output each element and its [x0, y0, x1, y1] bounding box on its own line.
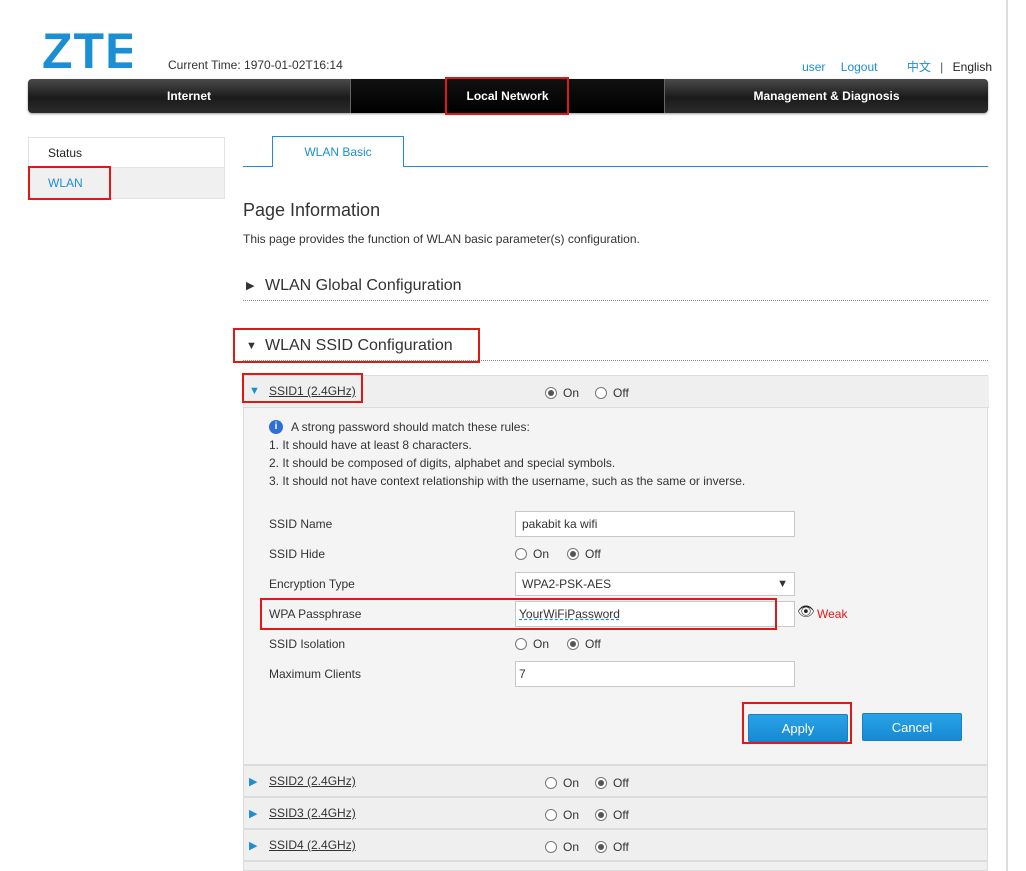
ssid2-header[interactable]: ▶ SSID2 (2.4GHz) On Off [243, 765, 988, 797]
radio-off[interactable] [595, 841, 608, 853]
radio-on[interactable] [515, 638, 527, 650]
nav-local-network[interactable]: Local Network [351, 79, 664, 113]
row-ssid-hide: SSID Hide On Off [269, 541, 969, 567]
nav-management-diagnosis[interactable]: Management & Diagnosis [665, 79, 988, 113]
radio-off[interactable] [595, 387, 608, 399]
ssid-panel: ▼ SSID1 (2.4GHz) On Off iA strong passwo… [243, 375, 989, 765]
expand-triangle-icon: ▶ [249, 776, 258, 788]
radio-off[interactable] [595, 809, 608, 821]
ssid3-header[interactable]: ▶ SSID3 (2.4GHz) On Off [243, 797, 988, 829]
ssid-next-header-partial[interactable] [243, 861, 988, 871]
radio-off[interactable] [567, 638, 580, 650]
ssid-hide-radios: On Off [515, 547, 619, 561]
nav-internet[interactable]: Internet [28, 79, 350, 113]
section-wlan-global[interactable]: ▶ WLAN Global Configuration [243, 271, 988, 301]
password-rules: iA strong password should match these ru… [269, 420, 746, 488]
section-title: WLAN Global Configuration [265, 276, 462, 294]
svg-text:ZTE: ZTE [42, 28, 132, 74]
apply-button[interactable]: Apply [748, 714, 848, 742]
ssid2-name[interactable]: SSID2 (2.4GHz) [269, 774, 356, 788]
radio-on[interactable] [545, 809, 557, 821]
ssid1-header[interactable]: ▼ SSID1 (2.4GHz) On Off [244, 376, 989, 408]
current-time: Current Time: 1970-01-02T16:14 [168, 58, 343, 72]
ssid4-name[interactable]: SSID4 (2.4GHz) [269, 838, 356, 852]
lang-english-link[interactable]: English [953, 60, 992, 74]
main-nav: Internet Local Network Management & Diag… [28, 79, 988, 113]
row-ssid-isolation: SSID Isolation On Off [269, 631, 969, 657]
ssid-name-input[interactable]: pakabit ka wifi [515, 511, 795, 537]
ssid1-name[interactable]: SSID1 (2.4GHz) [269, 384, 356, 398]
page-gutter [1008, 0, 1026, 871]
eye-icon[interactable]: 👁 [797, 603, 815, 620]
top-links: user Logout 中文 | English [790, 58, 992, 75]
row-wpa-passphrase: WPA Passphrase YourWiFiPassword 👁 Weak [269, 601, 969, 627]
page-title: Page Information [243, 200, 381, 220]
ssid3-enable-radios: On Off [545, 808, 645, 822]
row-ssid-name: SSID Name pakabit ka wifi [269, 511, 969, 537]
ssid2-enable-radios: On Off [545, 776, 645, 790]
sidebar-item-status[interactable]: Status [29, 138, 224, 168]
sidebar-item-wlan[interactable]: WLAN [29, 168, 224, 198]
ssid-isolation-radios: On Off [515, 637, 619, 651]
zte-logo: ZTE [42, 28, 132, 74]
row-max-clients: Maximum Clients 7 [269, 661, 969, 687]
expand-triangle-icon: ▶ [249, 840, 258, 852]
chevron-down-icon: ▼ [777, 578, 788, 590]
wpa-passphrase-input[interactable]: YourWiFiPassword [515, 601, 795, 627]
max-clients-input[interactable]: 7 [515, 661, 795, 687]
sidebar: Status WLAN [28, 137, 225, 199]
row-encryption: Encryption Type WPA2-PSK-AES ▼ [269, 571, 969, 597]
collapse-triangle-icon: ▼ [246, 339, 257, 352]
radio-on[interactable] [545, 777, 557, 789]
ssid4-header[interactable]: ▶ SSID4 (2.4GHz) On Off [243, 829, 988, 861]
page-description: This page provides the function of WLAN … [243, 232, 640, 246]
lang-chinese-link[interactable]: 中文 [907, 60, 931, 74]
info-icon: i [269, 420, 283, 434]
ssid4-enable-radios: On Off [545, 840, 645, 854]
radio-on[interactable] [545, 387, 557, 399]
password-strength: Weak [817, 607, 848, 621]
collapse-triangle-icon: ▼ [249, 385, 260, 397]
section-wlan-ssid[interactable]: ▼ WLAN SSID Configuration [243, 331, 988, 361]
radio-off[interactable] [595, 777, 608, 789]
radio-on[interactable] [545, 841, 557, 853]
ssid3-name[interactable]: SSID3 (2.4GHz) [269, 806, 356, 820]
expand-triangle-icon: ▶ [246, 280, 255, 292]
tab-wlan-basic[interactable]: WLAN Basic [272, 136, 404, 167]
encryption-select[interactable]: WPA2-PSK-AES ▼ [515, 572, 795, 596]
radio-on[interactable] [515, 548, 527, 560]
user-link[interactable]: user [802, 60, 825, 74]
radio-off[interactable] [567, 548, 580, 560]
ssid1-enable-radios: On Off [545, 386, 645, 400]
section-title: WLAN SSID Configuration [265, 336, 453, 354]
lang-separator: | [940, 60, 944, 74]
cancel-button[interactable]: Cancel [862, 713, 962, 741]
logout-link[interactable]: Logout [841, 60, 878, 74]
expand-triangle-icon: ▶ [249, 808, 258, 820]
